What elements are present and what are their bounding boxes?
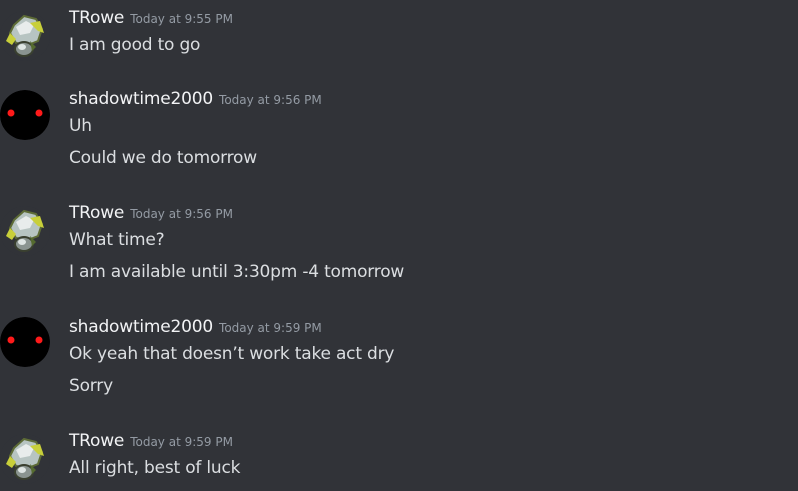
chat-message-list: TRowe Today at 9:55 PM I am good to go sh… <box>0 0 798 491</box>
trowe-avatar-icon[interactable] <box>0 434 50 484</box>
username[interactable]: shadowtime2000 <box>69 317 213 337</box>
timestamp[interactable]: Today at 9:56 PM <box>130 207 233 221</box>
message-header: shadowtime2000 Today at 9:59 PM <box>69 317 322 337</box>
message-text: I am good to go <box>69 35 201 55</box>
username[interactable]: TRowe <box>69 203 124 223</box>
trowe-avatar-icon[interactable] <box>0 206 50 256</box>
message-text: All right, best of luck <box>69 458 241 478</box>
message-header: shadowtime2000 Today at 9:56 PM <box>69 89 322 109</box>
message-header: TRowe Today at 9:56 PM <box>69 203 233 223</box>
shadowtime-avatar-icon[interactable] <box>0 317 50 367</box>
timestamp[interactable]: Today at 9:55 PM <box>130 12 233 26</box>
username[interactable]: TRowe <box>69 8 124 28</box>
timestamp[interactable]: Today at 9:59 PM <box>130 435 233 449</box>
message-text: Uh <box>69 116 92 136</box>
message-header: TRowe Today at 9:59 PM <box>69 431 233 451</box>
trowe-avatar-icon[interactable] <box>0 11 50 61</box>
shadowtime-avatar-icon[interactable] <box>0 90 50 140</box>
timestamp[interactable]: Today at 9:56 PM <box>219 93 322 107</box>
message-header: TRowe Today at 9:55 PM <box>69 8 233 28</box>
message-text: What time? <box>69 230 165 250</box>
username[interactable]: TRowe <box>69 431 124 451</box>
message-text: Could we do tomorrow <box>69 148 257 168</box>
message-text: Ok yeah that doesn’t work take act dry <box>69 344 395 364</box>
timestamp[interactable]: Today at 9:59 PM <box>219 321 322 335</box>
message-text: Sorry <box>69 376 113 396</box>
message-text: I am available until 3:30pm -4 tomorrow <box>69 262 405 282</box>
username[interactable]: shadowtime2000 <box>69 89 213 109</box>
